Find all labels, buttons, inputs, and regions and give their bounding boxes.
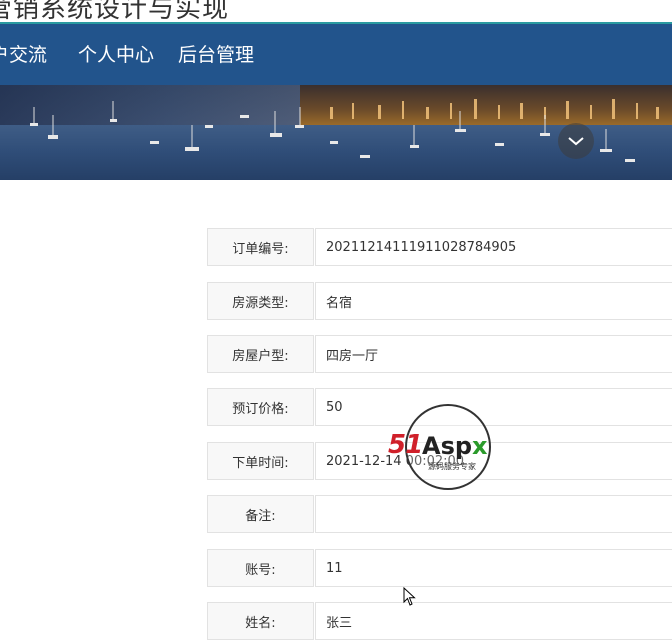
nav-item-user-exchange[interactable]: 户交流 (0, 40, 47, 67)
booking-price-value: 50 (315, 388, 672, 426)
property-type-row: 房源类型: 名宿 (207, 282, 672, 320)
main-nav: 户交流 个人中心 后台管理 (0, 22, 672, 85)
order-time-row: 下单时间: 2021-12-14 00:02:00 (207, 442, 672, 480)
house-layout-label: 房屋户型: (207, 335, 314, 373)
nav-item-admin[interactable]: 后台管理 (178, 40, 254, 67)
name-label: 姓名: (207, 602, 314, 640)
chevron-down-icon (568, 137, 584, 146)
name-row: 姓名: 张三 (207, 602, 672, 640)
property-type-label: 房源类型: (207, 282, 314, 320)
account-value: 11 (315, 549, 672, 587)
house-layout-value: 四房一厅 (315, 335, 672, 373)
site-title: 营销系统设计与实现 (0, 0, 230, 22)
order-number-label: 订单编号: (207, 228, 314, 266)
remarks-value (315, 495, 672, 533)
banner-toggle-button[interactable] (558, 123, 594, 159)
booking-price-label: 预订价格: (207, 388, 314, 426)
order-number-row: 订单编号: 20211214111911028784905 (207, 228, 672, 266)
property-type-value: 名宿 (315, 282, 672, 320)
mouse-cursor-icon (403, 587, 416, 606)
remarks-label: 备注: (207, 495, 314, 533)
order-number-value: 20211214111911028784905 (315, 228, 672, 266)
house-layout-row: 房屋户型: 四房一厅 (207, 335, 672, 373)
remarks-row: 备注: (207, 495, 672, 533)
nav-item-personal-center[interactable]: 个人中心 (78, 40, 154, 67)
booking-price-row: 预订价格: 50 (207, 388, 672, 426)
site-header: 营销系统设计与实现 (0, 0, 672, 22)
name-value: 张三 (315, 602, 672, 640)
order-time-value: 2021-12-14 00:02:00 (315, 442, 672, 480)
order-time-label: 下单时间: (207, 442, 314, 480)
account-label: 账号: (207, 549, 314, 587)
account-row: 账号: 11 (207, 549, 672, 587)
